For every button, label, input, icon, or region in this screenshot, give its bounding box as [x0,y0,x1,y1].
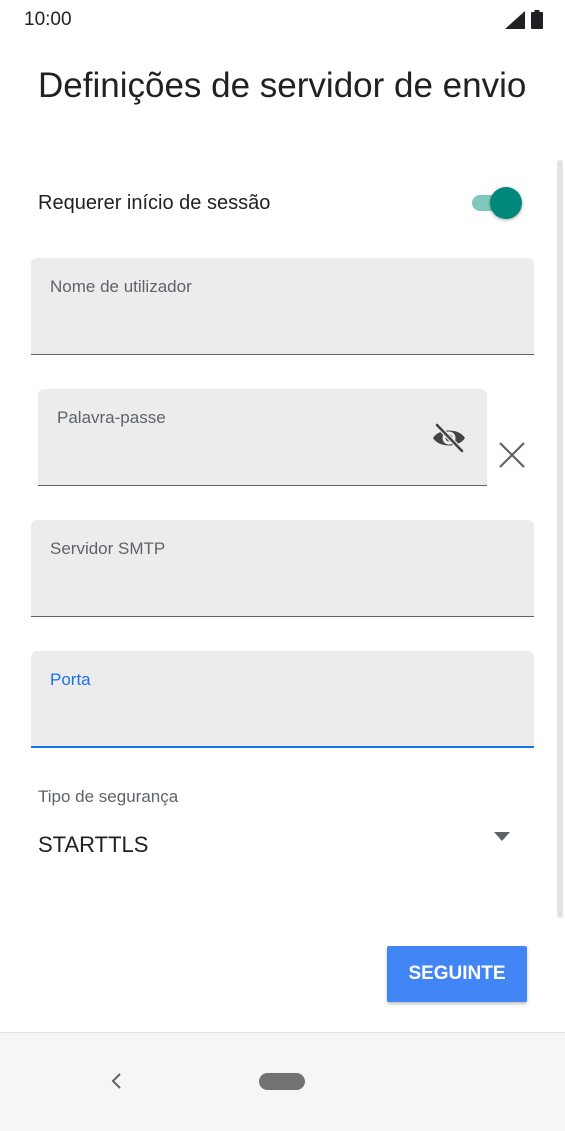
status-bar: 10:00 [0,0,565,40]
smtp-server-input[interactable] [50,586,513,607]
next-button[interactable]: SEGUINTE [387,946,527,1002]
navigation-bar [0,1032,565,1131]
status-icons [505,10,543,29]
dropdown-arrow-icon [494,832,510,841]
signal-icon [505,10,525,29]
require-login-toggle[interactable] [470,186,524,220]
security-type-value: STARTTLS [38,832,149,857]
home-pill-icon[interactable] [259,1073,305,1090]
username-field[interactable]: Nome de utilizador [31,258,534,355]
scrollbar[interactable] [557,160,563,918]
port-underline [31,746,534,748]
password-input[interactable] [57,455,417,476]
close-icon[interactable] [498,441,526,469]
smtp-server-field[interactable]: Servidor SMTP [31,520,534,617]
password-label: Palavra-passe [57,408,166,427]
toggle-thumb [490,187,522,219]
port-label: Porta [50,670,91,689]
status-time: 10:00 [24,9,72,30]
username-underline [31,354,534,355]
back-icon[interactable] [108,1071,124,1091]
smtp-server-underline [31,616,534,617]
port-field[interactable]: Porta [31,651,534,748]
username-input[interactable] [50,324,513,345]
username-label: Nome de utilizador [50,277,192,296]
port-input[interactable] [50,717,513,738]
security-type-dropdown[interactable]: STARTTLS [38,828,528,864]
visibility-off-icon[interactable] [431,422,467,454]
page-title: Definições de servidor de envio [38,66,527,105]
password-field[interactable]: Palavra-passe [38,389,487,486]
battery-icon [531,10,543,29]
smtp-server-label: Servidor SMTP [50,539,166,558]
require-login-label: Requerer início de sessão [38,192,271,214]
password-underline [38,485,487,486]
security-type-label: Tipo de segurança [38,787,179,806]
